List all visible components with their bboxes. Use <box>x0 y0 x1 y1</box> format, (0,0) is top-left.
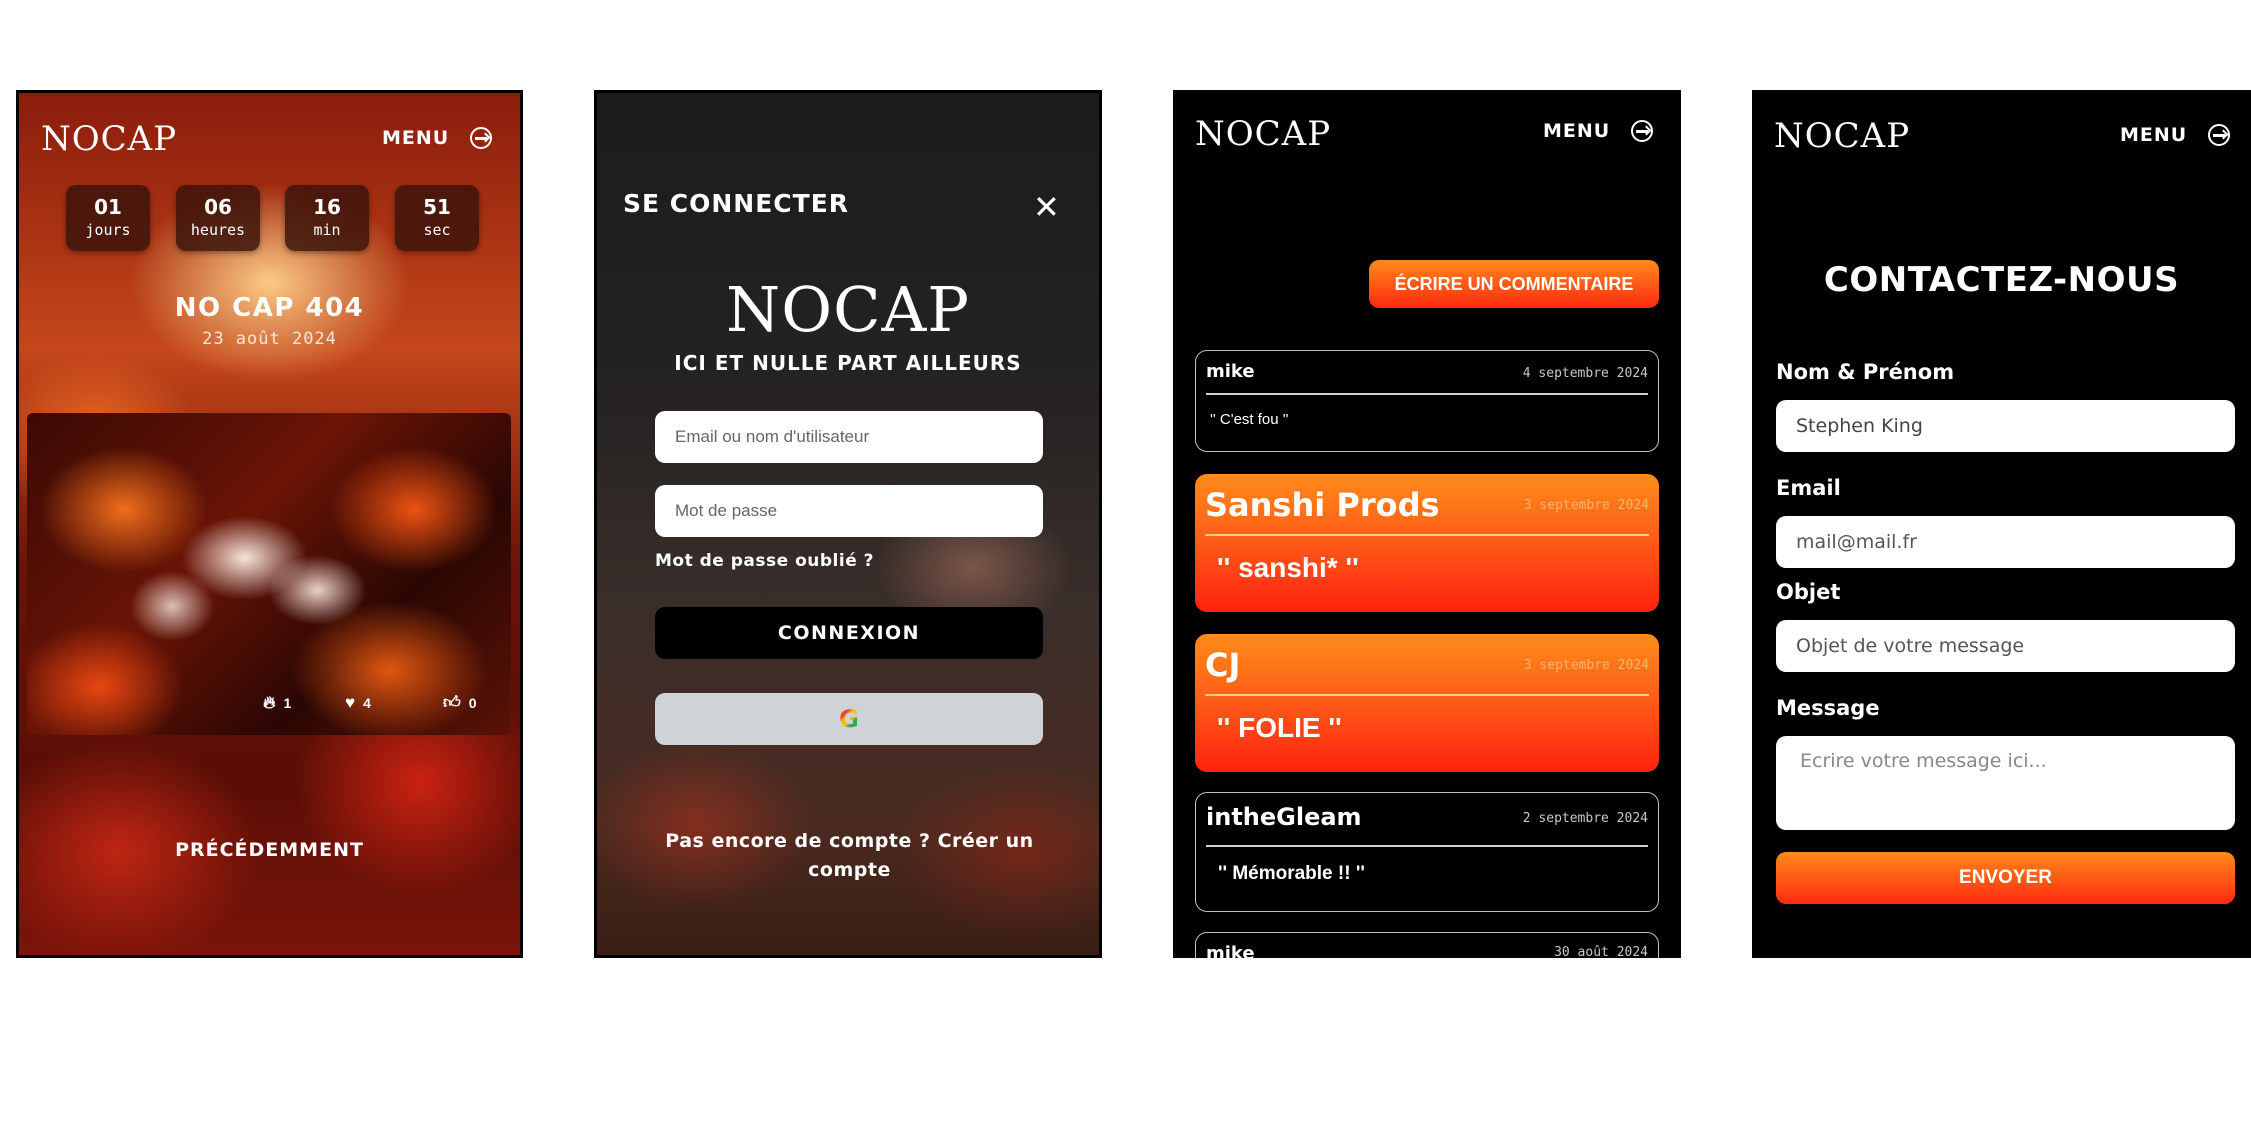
comment-author: intheGleam <box>1206 803 1362 831</box>
logout-icon[interactable] <box>470 127 492 149</box>
menu-button[interactable]: MENU <box>2120 124 2187 146</box>
comment-author: mike <box>1206 943 1255 958</box>
page-title: CONTACTEZ-NOUS <box>1823 260 2180 300</box>
countdown-minutes: 16 min <box>285 185 369 251</box>
thumbs-up-icon: 👍︎ <box>443 693 461 712</box>
home-screen: NOCAP MENU 01 jours 06 heures 16 min 51 … <box>16 90 523 958</box>
countdown-hours: 06 heures <box>176 185 260 251</box>
heart-reaction[interactable]: ♥ 4 <box>345 693 371 713</box>
name-field[interactable] <box>1776 400 2235 452</box>
contact-screen: NOCAP MENU CONTACTEZ-NOUS Nom & Prénom E… <box>1752 90 2251 958</box>
comment-date: 3 septembre 2024 <box>1523 498 1649 513</box>
write-comment-button[interactable]: ÉCRIRE UN COMMENTAIRE <box>1369 260 1659 308</box>
name-label: Nom & Prénom <box>1776 360 1955 384</box>
login-screen: SE CONNECTER ✕ NOCAP ICI ET NULLE PART A… <box>594 90 1102 958</box>
comment-text: '' FOLIE '' <box>1217 712 1342 743</box>
countdown-value: 51 <box>423 195 451 219</box>
event-date: 23 août 2024 <box>202 329 337 349</box>
forgot-password-link[interactable]: Mot de passe oublié ? <box>655 551 874 571</box>
message-textarea[interactable] <box>1776 736 2235 830</box>
fire-count: 1 <box>283 695 292 711</box>
email-field[interactable] <box>1776 516 2235 568</box>
subject-field[interactable] <box>1776 620 2235 672</box>
countdown-unit: jours <box>85 221 131 239</box>
nocap-logo: NOCAP <box>725 273 970 346</box>
comment-text: '' C'est fou '' <box>1210 411 1289 428</box>
divider <box>1206 845 1648 847</box>
event-photo[interactable]: 🔥︎ 1 ♥ 4 👍︎ 0 <box>27 413 511 735</box>
comment-text: '' sanshi* '' <box>1217 552 1359 583</box>
previous-section-link[interactable]: PRÉCÉDEMMENT <box>19 839 520 861</box>
comment-text: '' Mémorable !! '' <box>1218 863 1365 884</box>
countdown-value: 16 <box>313 195 341 219</box>
comment-card-highlight: CJ 3 septembre 2024 '' FOLIE '' <box>1195 634 1659 772</box>
countdown-unit: min <box>313 221 341 239</box>
email-username-input[interactable] <box>655 411 1043 463</box>
comment-author: mike <box>1206 361 1255 382</box>
logout-icon[interactable] <box>2208 124 2230 146</box>
comment-date: 4 septembre 2024 <box>1522 366 1648 381</box>
tagline: ICI ET NULLE PART AILLEURS <box>674 351 1022 375</box>
comment-date: 30 août 2024 <box>1554 945 1648 958</box>
menu-button[interactable]: MENU <box>382 127 449 149</box>
message-label: Message <box>1776 696 1880 720</box>
comment-card-highlight: Sanshi Prods 3 septembre 2024 '' sanshi*… <box>1195 474 1659 612</box>
nocap-logo[interactable]: NOCAP <box>1195 114 1331 154</box>
login-button[interactable]: CONNEXION <box>655 607 1043 659</box>
fire-icon: 🔥︎ <box>263 693 276 712</box>
google-icon: G <box>839 705 859 733</box>
comment-card: mike 30 août 2024 <box>1195 932 1659 958</box>
send-button[interactable]: ENVOYER <box>1776 852 2235 904</box>
create-account-link[interactable]: Pas encore de compte ? Créer un compte <box>637 827 1062 885</box>
close-icon[interactable]: ✕ <box>1033 191 1060 223</box>
email-label: Email <box>1776 476 1841 500</box>
google-login-button[interactable]: G <box>655 693 1043 745</box>
menu-button[interactable]: MENU <box>1543 120 1610 142</box>
comments-screen: NOCAP MENU ÉCRIRE UN COMMENTAIRE mike 4 … <box>1173 90 1681 958</box>
heart-icon: ♥ <box>345 693 356 712</box>
like-count: 0 <box>468 694 477 711</box>
comment-card: mike 4 septembre 2024 '' C'est fou '' <box>1195 350 1659 452</box>
logout-icon[interactable] <box>1631 120 1653 142</box>
comment-date: 3 septembre 2024 <box>1523 658 1649 673</box>
comment-date: 2 septembre 2024 <box>1522 811 1648 826</box>
event-title: NO CAP 404 <box>174 293 365 323</box>
nocap-logo[interactable]: NOCAP <box>1774 116 1910 156</box>
nocap-logo[interactable]: NOCAP <box>41 119 177 159</box>
comment-author: CJ <box>1205 646 1241 684</box>
divider <box>1206 393 1648 395</box>
divider <box>1205 534 1649 536</box>
countdown-value: 06 <box>204 195 232 219</box>
like-reaction[interactable]: 👍︎ 0 <box>443 692 477 713</box>
password-input[interactable] <box>655 485 1043 537</box>
countdown-days: 01 jours <box>66 185 150 251</box>
countdown-value: 01 <box>94 195 122 219</box>
heart-count: 4 <box>363 695 371 711</box>
countdown-unit: sec <box>423 221 451 239</box>
subject-label: Objet <box>1776 580 1841 604</box>
countdown-unit: heures <box>190 221 246 239</box>
divider <box>1205 694 1649 696</box>
login-title: SE CONNECTER <box>623 189 850 218</box>
fire-reaction[interactable]: 🔥︎ 1 <box>263 693 291 713</box>
comment-author: Sanshi Prods <box>1205 486 1440 524</box>
countdown-seconds: 51 sec <box>395 185 479 251</box>
comment-card: intheGleam 2 septembre 2024 '' Mémorable… <box>1195 792 1659 912</box>
